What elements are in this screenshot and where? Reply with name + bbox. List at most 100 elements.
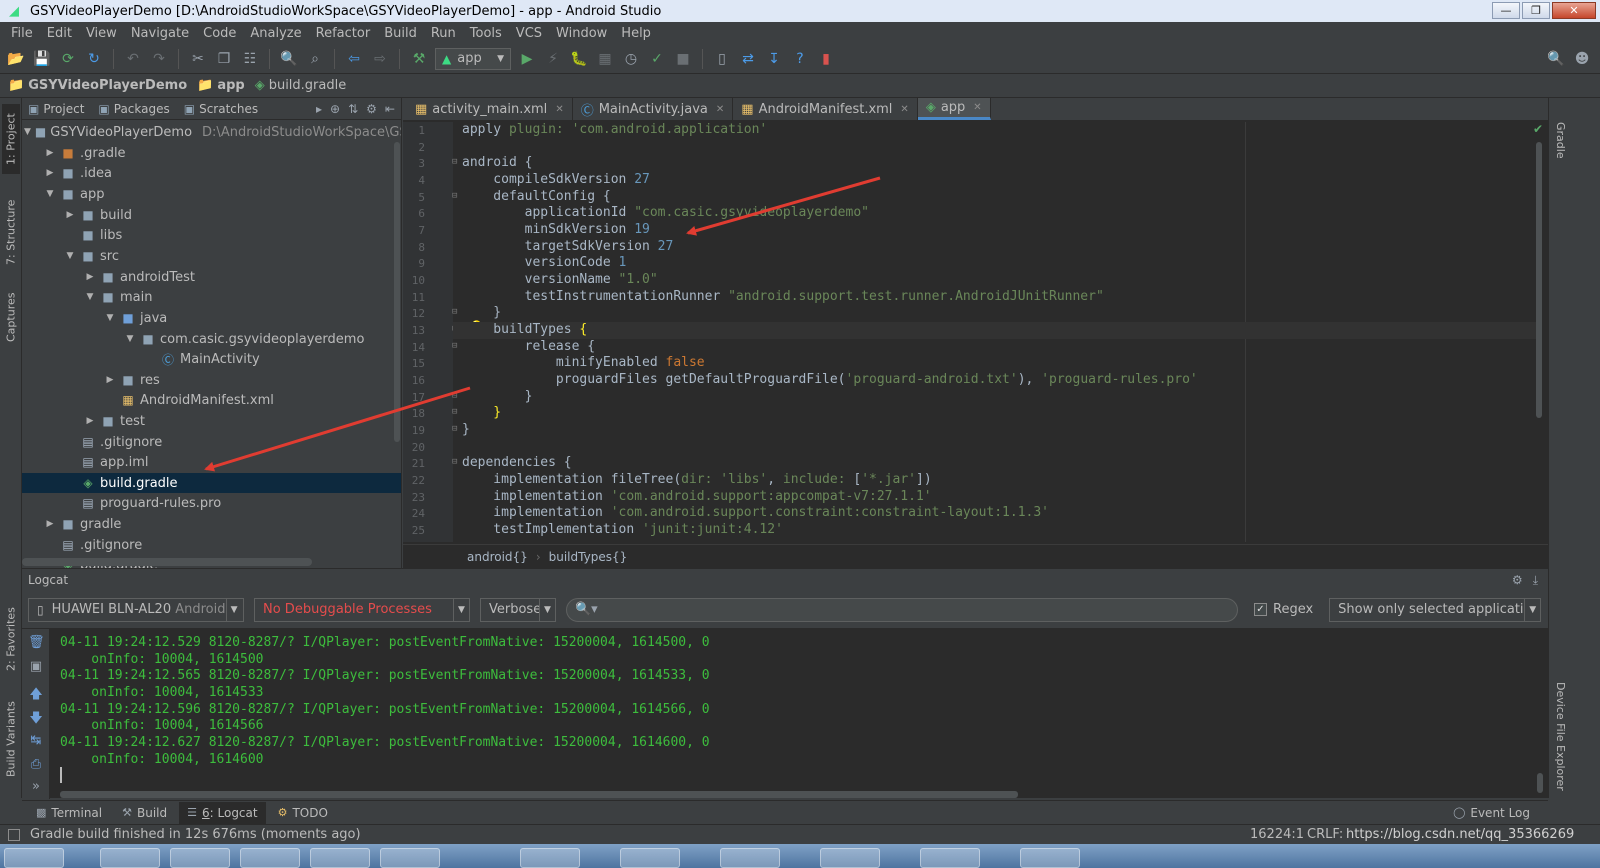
menu-window[interactable]: Window: [549, 26, 614, 41]
tool-tab-structure[interactable]: 7: Structure: [2, 190, 20, 274]
tree-item[interactable]: ▶ ■ gradle: [22, 514, 401, 534]
collapse-all-icon[interactable]: ⇅: [348, 102, 358, 116]
tree-item[interactable]: ▼ ■ app: [22, 184, 401, 204]
expanded-arrow-icon[interactable]: ▼: [24, 127, 31, 137]
tool-tab-terminal[interactable]: ▩ Terminal: [28, 802, 110, 824]
tree-item[interactable]: ▼ ■ src: [22, 246, 401, 266]
maximize-button[interactable]: ❐: [1522, 2, 1550, 19]
editor-vertical-scrollbar[interactable]: [1536, 142, 1542, 418]
tab-packages[interactable]: ▣ Packages: [98, 102, 169, 116]
down-arrow-icon[interactable]: 🡇: [28, 709, 44, 726]
process-dropdown[interactable]: No Debuggable Processes ▼: [254, 597, 470, 622]
run-icon[interactable]: ▶: [517, 49, 537, 69]
sync-icon[interactable]: ⟳: [58, 49, 78, 69]
tree-item[interactable]: ■ libs: [22, 225, 401, 245]
tree-item-root[interactable]: ▼ ■ GSYVideoPlayerDemo D:\AndroidStudioW…: [22, 122, 401, 142]
cut-icon[interactable]: ✂: [188, 49, 208, 69]
tree-item[interactable]: Ⓒ MainActivity: [22, 349, 401, 369]
line-separator[interactable]: CRLF:: [1307, 827, 1343, 842]
taskbar-app-button[interactable]: [520, 848, 580, 868]
menu-run[interactable]: Run: [424, 26, 463, 41]
close-tab-icon[interactable]: ✕: [973, 102, 981, 113]
editor-tab-manifest[interactable]: ▦ AndroidManifest.xml ✕: [733, 98, 918, 120]
taskbar-app-button[interactable]: [820, 848, 880, 868]
tool-tab-todo[interactable]: ⚙ TODO: [270, 802, 336, 824]
fold-toggle-icon[interactable]: ⊟: [452, 391, 457, 401]
expanded-arrow-icon[interactable]: ▼: [44, 189, 56, 199]
tree-item[interactable]: ▶ ■ test: [22, 411, 401, 431]
expanded-arrow-icon[interactable]: ▼: [124, 334, 136, 344]
sync-gradle-icon[interactable]: ⇄: [738, 49, 758, 69]
menu-vcs[interactable]: VCS: [509, 26, 549, 41]
expanded-arrow-icon[interactable]: ▼: [84, 292, 96, 302]
print-icon[interactable]: ⎙: [28, 757, 44, 773]
tool-tab-favorites[interactable]: 2: Favorites: [2, 598, 20, 680]
tool-tab-logcat[interactable]: ☰ 6: Logcat: [179, 801, 266, 824]
collapsed-arrow-icon[interactable]: ▶: [44, 519, 56, 529]
apply-changes-icon[interactable]: ⚡: [543, 49, 563, 69]
search-everywhere-icon[interactable]: 🔍: [1546, 49, 1566, 69]
menu-analyze[interactable]: Analyze: [243, 26, 308, 41]
taskbar-app-button[interactable]: [720, 848, 780, 868]
logcat-horizontal-scrollbar[interactable]: [60, 791, 1018, 798]
replace-icon[interactable]: ⌕: [305, 49, 325, 69]
close-tab-icon[interactable]: ✕: [900, 104, 908, 115]
tree-item[interactable]: ▤ .gitignore: [22, 535, 401, 555]
minimize-button[interactable]: —: [1492, 2, 1520, 19]
project-vertical-scrollbar[interactable]: [394, 142, 400, 442]
close-window-button[interactable]: ✕: [1552, 2, 1596, 19]
settings-gear-icon[interactable]: ⚙: [1512, 573, 1523, 588]
breadcrumb-build-types[interactable]: buildTypes{}: [549, 550, 628, 564]
avd-manager-icon[interactable]: ▯: [712, 49, 732, 69]
close-tab-icon[interactable]: ✕: [716, 104, 724, 115]
close-tab-icon[interactable]: ✕: [555, 104, 563, 115]
tree-item[interactable]: ▤ .gitignore: [22, 432, 401, 452]
fold-toggle-icon[interactable]: ⊟: [452, 307, 457, 317]
expanded-arrow-icon[interactable]: ▼: [104, 313, 116, 323]
up-arrow-icon[interactable]: 🡅: [28, 685, 44, 702]
editor-tab-main-activity[interactable]: Ⓒ MainActivity.java ✕: [573, 98, 734, 120]
redo-icon[interactable]: ↷: [149, 49, 169, 69]
paste-icon[interactable]: ☷: [240, 49, 260, 69]
more-tabs-icon[interactable]: ▸: [316, 102, 322, 116]
tool-tab-device-file-explorer[interactable]: Device File Explorer: [1551, 682, 1567, 794]
menu-help[interactable]: Help: [614, 26, 658, 41]
taskbar-start-button[interactable]: [4, 848, 64, 868]
taskbar-app-button[interactable]: [240, 848, 300, 868]
logcat-search-input[interactable]: 🔍▾: [566, 597, 1238, 622]
tree-item[interactable]: ▶ ■ res: [22, 370, 401, 390]
tree-item[interactable]: ▶ ■ build: [22, 205, 401, 225]
fold-toggle-icon[interactable]: ⊟: [452, 191, 457, 201]
tab-project[interactable]: ▣ Project: [28, 102, 84, 116]
back-icon[interactable]: ⇦: [344, 49, 364, 69]
debug-icon[interactable]: 🐛: [569, 49, 589, 69]
tool-tab-captures[interactable]: Captures: [2, 284, 20, 350]
collapsed-arrow-icon[interactable]: ▶: [44, 148, 56, 158]
taskbar-app-button[interactable]: [310, 848, 370, 868]
breadcrumb-module[interactable]: 📁 app: [197, 78, 251, 93]
run-configuration-dropdown[interactable]: ▲ app ▼: [435, 47, 511, 70]
collapsed-arrow-icon[interactable]: ▶: [44, 168, 56, 178]
collapsed-arrow-icon[interactable]: ▶: [84, 416, 96, 426]
tab-scratches[interactable]: ▣ Scratches: [184, 102, 258, 116]
forward-icon[interactable]: ⇨: [370, 49, 390, 69]
tree-item[interactable]: ▤ app.iml: [22, 452, 401, 472]
regex-checkbox[interactable]: ✓ Regex: [1254, 602, 1313, 617]
collapsed-arrow-icon[interactable]: ▶: [104, 375, 116, 385]
scroll-to-end-icon[interactable]: ▣: [28, 659, 44, 675]
sdk-manager-icon[interactable]: ↧: [764, 49, 784, 69]
menu-edit[interactable]: Edit: [40, 26, 79, 41]
menu-tools[interactable]: Tools: [463, 26, 509, 41]
help-icon[interactable]: ?: [790, 49, 810, 69]
tree-item[interactable]: ▶ ■ .idea: [22, 163, 401, 183]
taskbar-app-button[interactable]: [920, 848, 980, 868]
project-horizontal-scrollbar[interactable]: [22, 558, 312, 566]
menu-code[interactable]: Code: [196, 26, 243, 41]
undo-icon[interactable]: ↶: [123, 49, 143, 69]
hide-panel-icon[interactable]: ⤓: [1533, 573, 1538, 588]
log-level-dropdown[interactable]: Verbose ▼: [480, 597, 556, 622]
save-all-icon[interactable]: 💾: [32, 49, 52, 69]
tool-tab-build-variants[interactable]: Build Variants: [2, 694, 20, 784]
taskbar-app-button[interactable]: [620, 848, 680, 868]
caret-position[interactable]: 16224:1: [1250, 827, 1304, 842]
